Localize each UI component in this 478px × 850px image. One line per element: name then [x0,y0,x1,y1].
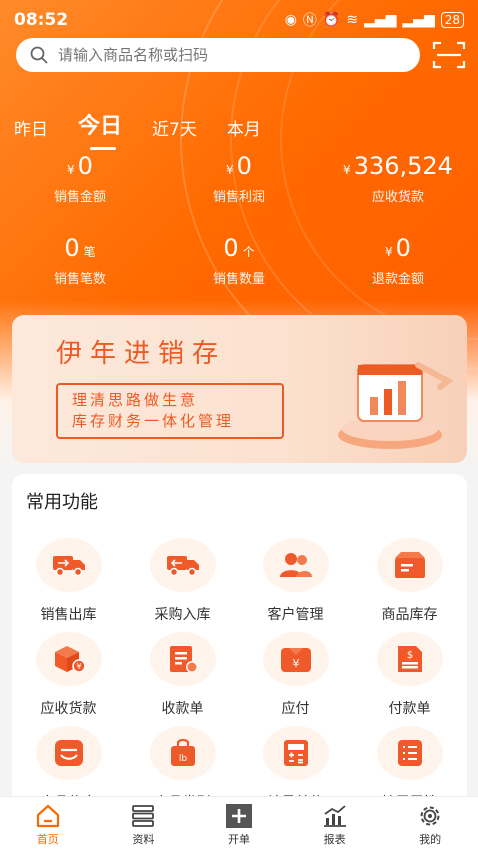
tab-last-7-days[interactable]: 近7天 [152,115,197,140]
search-input[interactable] [58,46,378,64]
nav-home[interactable]: 首页 [0,797,96,850]
nav-data[interactable]: 资料 [96,797,192,850]
list-icon [397,740,422,766]
stat-label: 销售笔数 [53,272,106,287]
currency-symbol: ¥ [67,163,75,177]
tab-this-month[interactable]: 本月 [227,115,261,140]
stat-unit: 笔 [83,245,96,259]
truck-out-icon [52,556,85,577]
bag-icon: lb [170,738,195,766]
gear-icon [420,806,440,826]
bottom-nav: 首页 资料 开单 报表 我的 [0,796,478,850]
status-time: 08:52 [14,10,69,30]
function-purchase-in[interactable]: 采购入库 [126,538,239,624]
promo-banner[interactable]: 伊年进销存 理清思路做生意 库存财务一体化管理 [12,315,467,463]
stat-value: 0 [64,234,80,262]
home-icon [36,804,59,828]
stat-label: 退款金额 [371,272,424,287]
chart-icon [323,805,346,827]
banner-line-2: 库存财务一体化管理 [72,412,235,430]
stat-value: 0 [77,152,93,180]
status-bar: 08:52 ◉ Ⓝ ⏰ ≋ ▂▄▆ ▂▄▆ 28 [0,0,478,38]
tab-yesterday[interactable]: 昨日 [14,115,48,140]
nav-label: 资料 [132,833,155,846]
payable-icon: ¥ [280,648,311,672]
function-label: 应付 [281,701,310,717]
function-inventory[interactable]: 商品库存 [353,538,466,624]
nfc-icon: Ⓝ [302,13,317,29]
alarm-icon: ⏰ [322,12,341,28]
scan-icon[interactable] [432,40,466,70]
battery-icon: 28 [440,12,464,28]
stat-sales-amount[interactable]: ¥0 销售金额 [0,152,160,205]
function-receipt[interactable]: 收款单 [126,632,239,718]
function-label: 商品库存 [381,607,438,623]
function-receivables[interactable]: ¥ 应收货款 [12,632,125,718]
function-label: 应收货款 [40,701,97,717]
users-icon [279,553,312,577]
nav-label: 我的 [419,833,442,846]
function-customer-mgmt[interactable]: 客户管理 [239,538,352,624]
stat-label: 销售利润 [212,190,265,205]
panel-title: 常用功能 [26,492,98,513]
tray-icon [54,740,83,766]
stat-sales-profit[interactable]: ¥0 销售利润 [159,152,319,205]
svg-text:lb: lb [178,754,187,764]
function-payment-doc[interactable]: $ 付款单 [353,632,466,718]
stat-sales-count[interactable]: 0笔 销售笔数 [0,234,160,287]
eye-icon: ◉ [284,12,297,28]
stat-value: 0 [223,234,239,262]
payment-doc-icon: $ [397,646,422,672]
svg-text:¥: ¥ [292,657,299,670]
banner-title: 伊年进销存 [56,339,227,369]
function-payable[interactable]: ¥ 应付 [239,632,352,718]
nav-mine[interactable]: 我的 [382,797,478,850]
plus-icon [225,804,252,828]
search-bar[interactable] [16,38,420,72]
svg-text:¥: ¥ [76,662,81,671]
currency-symbol: ¥ [226,163,234,177]
parcel-icon: ¥ [54,646,86,673]
currency-symbol: ¥ [343,163,351,177]
banner-slogan: 理清思路做生意 库存财务一体化管理 [56,383,284,439]
search-icon [30,46,48,64]
box-icon [394,552,425,578]
stat-value: 336,524 [353,152,453,180]
stat-refund[interactable]: ¥0 退款金额 [318,234,478,287]
nav-create-order[interactable]: 开单 [191,797,287,850]
function-sales-out[interactable]: 销售出库 [12,538,125,624]
chart-illustration-icon [338,362,454,449]
stat-value: 0 [395,234,411,262]
stat-label: 销售数量 [212,272,265,287]
function-label: 付款单 [388,701,431,717]
currency-symbol: ¥ [385,245,393,259]
svg-text:$: $ [406,650,412,661]
function-label: 客户管理 [267,607,324,623]
function-label: 采购入库 [154,607,211,623]
stat-label: 销售金额 [53,190,106,205]
function-label: 收款单 [161,701,204,717]
calculator-icon [283,740,308,766]
stat-receivable[interactable]: ¥336,524 应收货款 [318,152,478,205]
signal-icon: ▂▄▆ [364,12,397,28]
nav-label: 报表 [323,833,346,846]
nav-label: 首页 [36,833,59,846]
receipt-icon [169,646,198,673]
stat-unit: 个 [242,245,255,259]
truck-in-icon [166,556,199,577]
nav-reports[interactable]: 报表 [287,797,383,850]
banner-line-1: 理清思路做生意 [72,391,199,409]
stat-sales-qty[interactable]: 0个 销售数量 [159,234,319,287]
signal-icon-2: ▂▄▆ [402,12,435,28]
nav-label: 开单 [227,833,250,846]
common-functions-panel: 常用功能 销售出库 采购入库 客户管理 商品库存 ¥ 应收货款 收款单 ¥ 应付… [12,474,467,814]
stat-label: 应收货款 [371,190,424,205]
database-icon [132,805,155,827]
tab-today[interactable]: 今日 [78,108,122,150]
date-tabs: 昨日 今日 近7天 本月 [14,108,291,150]
stat-value: 0 [236,152,252,180]
wifi-icon: ≋ [346,12,359,28]
status-icons: ◉ Ⓝ ⏰ ≋ ▂▄▆ ▂▄▆ 28 [285,10,464,30]
function-label: 销售出库 [40,607,97,623]
